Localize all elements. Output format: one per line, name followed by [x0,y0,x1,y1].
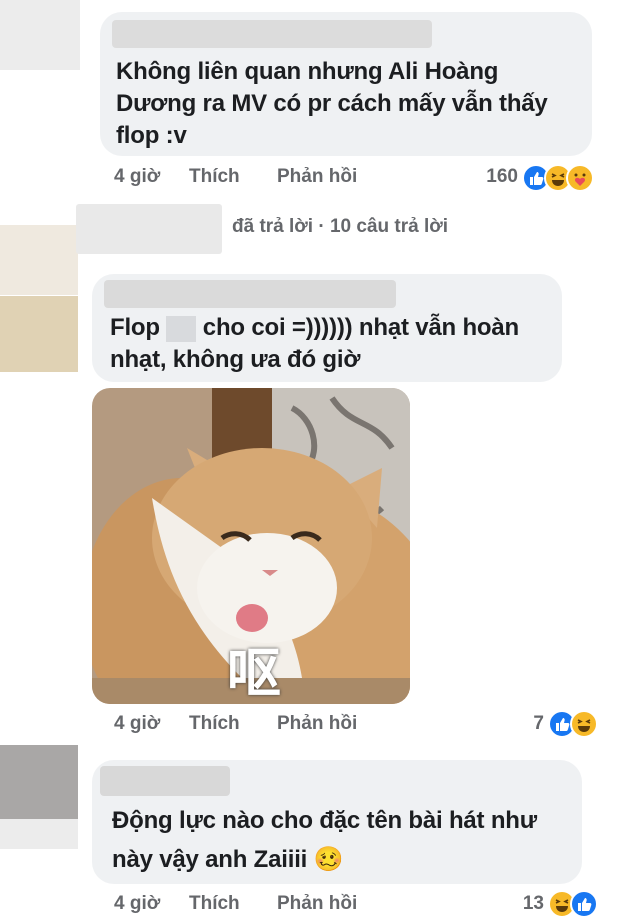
commenter-name[interactable] [104,280,396,308]
replies-summary[interactable]: đã trả lời · 10 câu trả lời [232,216,448,238]
reply-link[interactable]: Phản hồi [277,166,357,188]
avatar [0,819,78,849]
commenter-name[interactable] [100,766,230,796]
redacted-text [166,315,197,342]
comment-text: Flop cho coi =)))))) nhạt vẫn hoàn nhạt,… [110,314,519,373]
like-link[interactable]: Thích [189,713,240,735]
commenter-name[interactable] [112,20,432,48]
like-link[interactable]: Thích [189,893,240,915]
comment-time[interactable]: 4 giờ [114,166,160,188]
reply-count: 10 câu trả lời [329,216,449,237]
avatar [0,745,78,819]
reaction-summary[interactable] [548,890,608,918]
avatar [0,296,78,372]
comment-text: Động lực nào cho đặc tên bài hát như này… [112,807,537,873]
replied-label: đã trả lời [232,216,314,237]
reaction-count[interactable]: 7 [520,713,544,735]
care-reaction-icon [566,164,594,192]
sticker-caption: 呕 [227,642,281,704]
avatar [0,0,80,70]
comment-time[interactable]: 4 giờ [114,713,160,735]
reply-link[interactable]: Phản hồi [277,893,357,915]
comment-actions: 4 giờ Thích Phản hồi [114,893,414,917]
comment-actions: 4 giờ Thích Phản hồi [114,166,414,190]
comment-text: Không liên quan nhưng Ali Hoàng Dương ra… [116,58,548,149]
reaction-count[interactable]: 160 [470,166,518,188]
like-reaction-icon [570,890,598,918]
haha-reaction-icon [570,710,598,738]
reaction-count[interactable]: 13 [510,893,544,915]
like-link[interactable]: Thích [189,166,240,188]
reaction-summary[interactable] [548,710,608,738]
comment-actions: 4 giờ Thích Phản hồi [114,713,414,737]
reply-link[interactable]: Phản hồi [277,713,357,735]
avatar [0,225,78,295]
reply-avatars [76,204,222,254]
comment-sticker-image[interactable]: 呕 [92,388,410,704]
reaction-summary[interactable] [522,164,606,192]
woozy-face-icon: 🥴 [313,845,344,873]
separator: · [318,216,325,237]
comment-time[interactable]: 4 giờ [114,893,160,915]
